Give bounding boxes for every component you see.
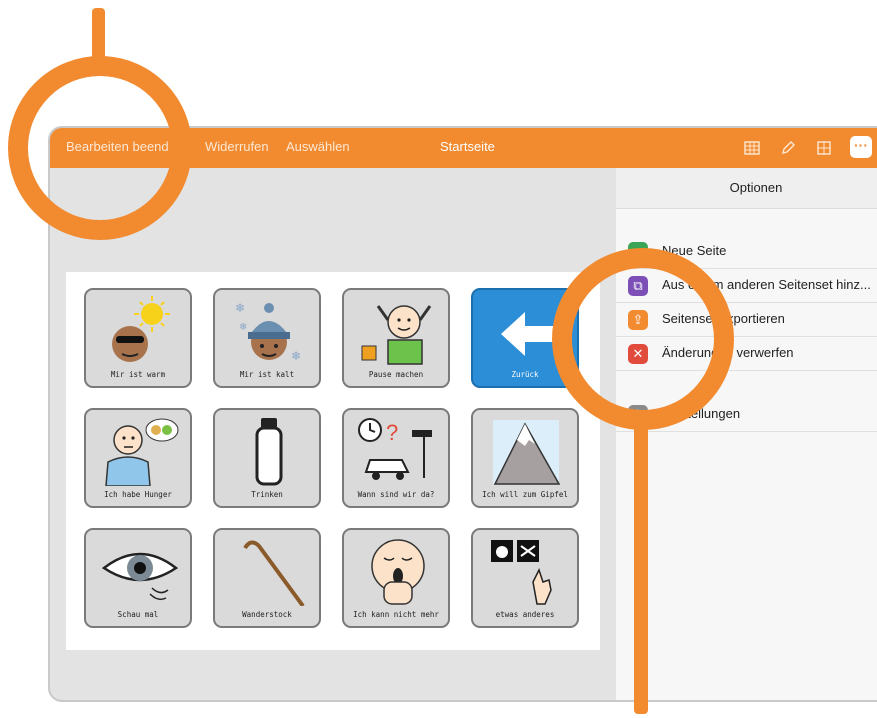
grid-item-label: Schau mal <box>117 610 159 619</box>
cold-hat-face-icon: ❄ ❄ ❄ <box>235 301 301 363</box>
grid-item-wanderstock[interactable]: Wanderstock <box>213 528 321 628</box>
undo-button[interactable]: Widerrufen <box>205 139 269 154</box>
grid-item-mir-ist-warm[interactable]: Mir ist warm <box>84 288 192 388</box>
page-canvas: Mir ist warm ❄ ❄ ❄ Mir ist kalt Pause ma… <box>66 272 600 650</box>
pencil-icon[interactable] <box>776 136 800 160</box>
page-title: Startseite <box>440 139 495 154</box>
callout-ring-options <box>552 248 734 430</box>
grid-item-label: etwas anderes <box>495 610 555 619</box>
relax-person-icon <box>361 305 432 365</box>
grid-item-label: Mir ist kalt <box>239 370 295 379</box>
walking-stick-icon <box>243 540 305 606</box>
eye-icon <box>101 552 179 601</box>
grid-item-label: Mir ist warm <box>110 370 166 379</box>
svg-text:❄: ❄ <box>239 322 247 333</box>
grid-item-label: Ich will zum Gipfel <box>482 490 568 499</box>
car-clock-icon: ? <box>358 418 432 480</box>
grid-item-wann-sind-wir-da[interactable]: ? Wann sind wir da? <box>342 408 450 508</box>
options-panel: Optionen + Neue Seite ⧉ Aus einem andere… <box>616 168 877 700</box>
select-button[interactable]: Auswählen <box>286 139 350 154</box>
grid-item-ich-habe-hunger[interactable]: Ich habe Hunger <box>84 408 192 508</box>
grid-item-ich-will-zum-gipfel[interactable]: Ich will zum Gipfel <box>471 408 579 508</box>
svg-text:❄: ❄ <box>235 301 245 315</box>
grid-table-icon[interactable] <box>740 136 764 160</box>
grid-item-schau-mal[interactable]: Schau mal <box>84 528 192 628</box>
callout-stem-bottom <box>634 424 648 714</box>
hungry-person-icon <box>105 418 179 486</box>
grid-item-label: Pause machen <box>368 370 424 379</box>
grid-item-label: Ich kann nicht mehr <box>353 610 439 619</box>
grid-item-label: Trinken <box>251 490 283 499</box>
grid-item-ich-kann-nicht-mehr[interactable]: Ich kann nicht mehr <box>342 528 450 628</box>
grid-item-mir-ist-kalt[interactable]: ❄ ❄ ❄ Mir ist kalt <box>213 288 321 388</box>
grid-item-trinken[interactable]: Trinken <box>213 408 321 508</box>
grid-item-label: Ich habe Hunger <box>104 490 172 499</box>
grid-item-label: Wann sind wir da? <box>357 490 435 499</box>
apple-scissors-icon <box>491 540 552 605</box>
more-icon[interactable]: ··· <box>850 136 872 158</box>
bottle-icon <box>255 418 283 486</box>
svg-text:❄: ❄ <box>291 349 301 363</box>
tired-face-icon <box>371 539 425 605</box>
callout-ring-done-editing <box>8 56 192 240</box>
grid-item-etwas-anderes[interactable]: etwas anderes <box>471 528 579 628</box>
grid-icon[interactable] <box>812 136 836 160</box>
mountain-icon <box>493 420 561 485</box>
options-title: Optionen <box>616 168 877 209</box>
grid-item-label: Wanderstock <box>242 610 292 619</box>
hot-sun-face-icon <box>112 296 170 362</box>
grid-item-pause-machen[interactable]: Pause machen <box>342 288 450 388</box>
svg-text:?: ? <box>386 420 398 445</box>
tablet-frame: Bearbeiten beend Widerrufen Auswählen St… <box>48 126 877 702</box>
